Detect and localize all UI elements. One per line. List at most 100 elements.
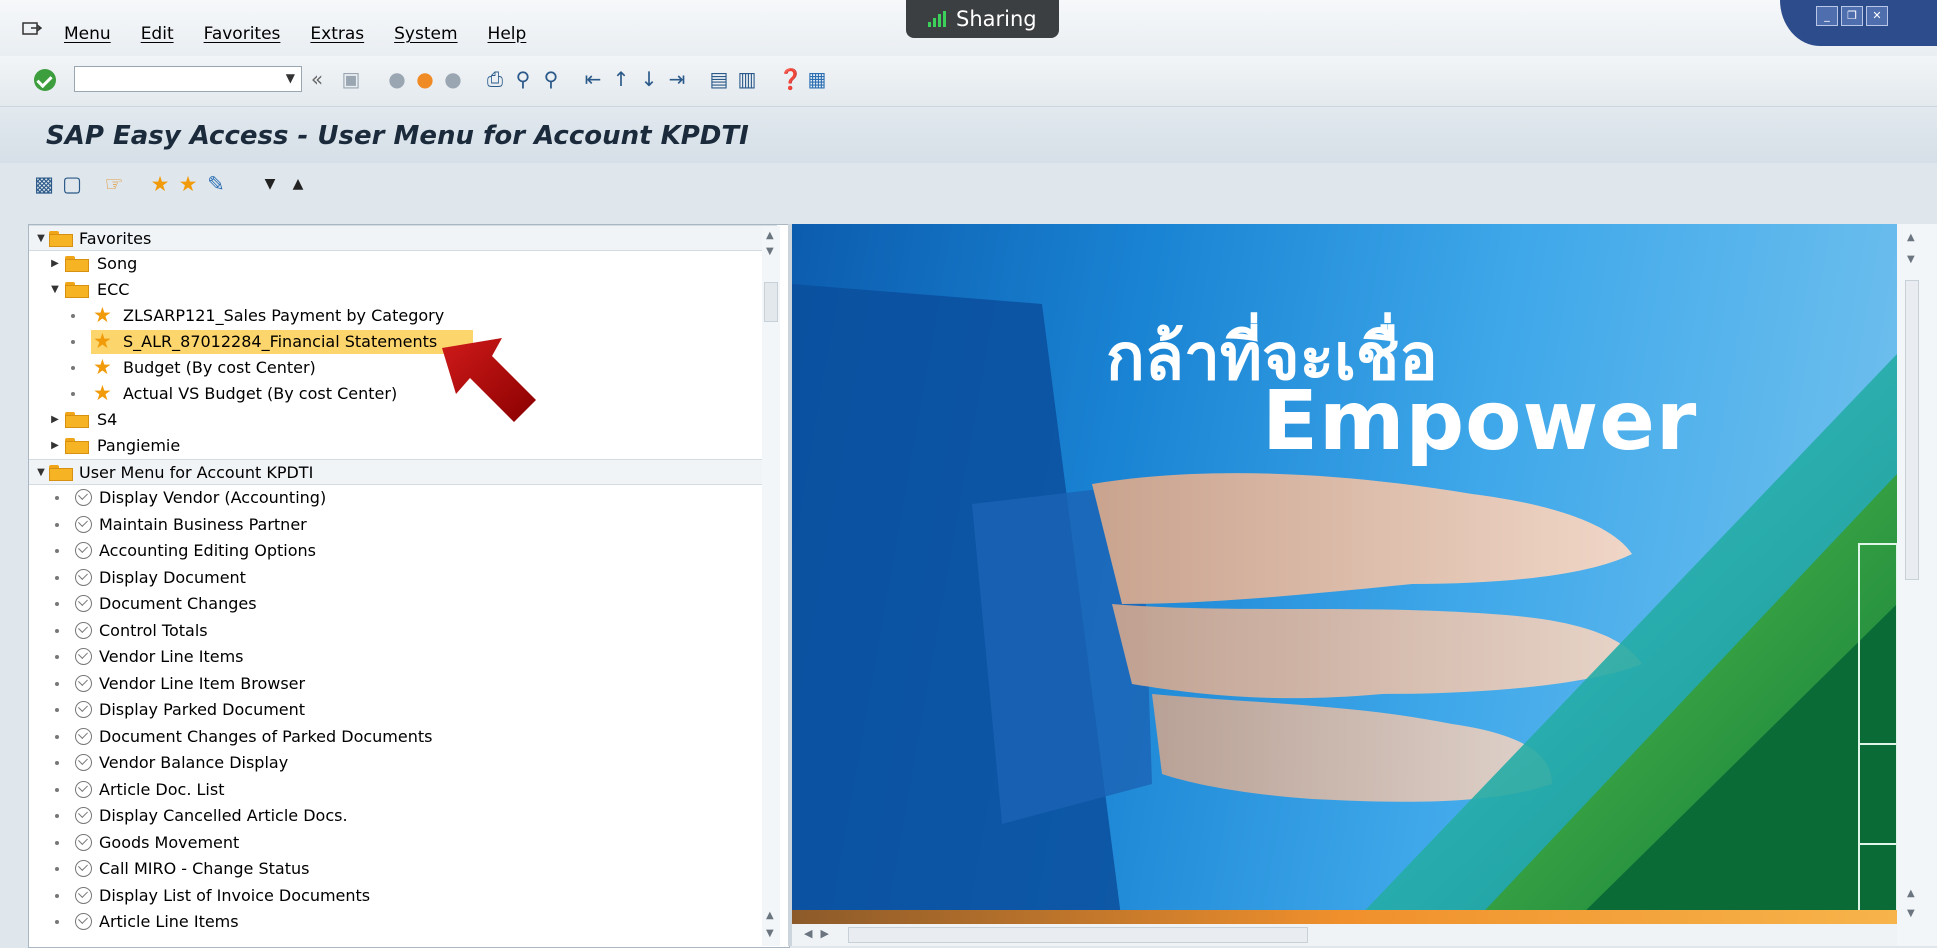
transaction-item[interactable]: Vendor Balance Display <box>29 750 777 776</box>
command-field[interactable]: ▼ <box>74 66 302 92</box>
first-page-icon[interactable]: ⇤ <box>582 68 604 90</box>
scroll-down-icon[interactable]: ▼ <box>766 246 774 257</box>
sap-menu-icon[interactable] <box>22 22 42 38</box>
delete-favorite-icon[interactable]: ★ <box>176 172 200 196</box>
collapse-chevron-icon[interactable]: « <box>306 68 328 90</box>
transaction-item[interactable]: Goods Movement <box>29 830 777 856</box>
expand-toggle-icon[interactable]: ▼ <box>49 277 61 303</box>
transaction-item[interactable]: Vendor Line Item Browser <box>29 671 777 697</box>
transaction-item[interactable]: Maintain Business Partner <box>29 512 777 538</box>
close-icon[interactable]: ✕ <box>1866 6 1888 26</box>
transaction-item[interactable]: Display List of Invoice Documents <box>29 883 777 909</box>
enter-check-icon[interactable] <box>34 69 56 91</box>
transaction-item[interactable]: Display Document <box>29 565 777 591</box>
transaction-item[interactable]: Vendor Line Items <box>29 644 777 670</box>
tree-node-song[interactable]: ▶ Song <box>29 251 777 277</box>
scroll-down-icon[interactable]: ▼ <box>1907 254 1915 265</box>
scroll-up-icon[interactable]: ▲ <box>766 910 774 921</box>
scroll-left-right-icon[interactable]: ◀▶ <box>804 927 837 940</box>
transaction-item[interactable]: Call MIRO - Change Status <box>29 856 777 882</box>
banner-bottom-strip <box>792 910 1897 924</box>
menu-edit[interactable]: Edit <box>141 24 174 44</box>
scroll-thumb[interactable] <box>1905 280 1919 580</box>
transaction-item[interactable]: Display Parked Document <box>29 697 777 723</box>
transaction-label: Display Parked Document <box>99 700 306 719</box>
move-down-icon[interactable]: ▼ <box>258 172 282 196</box>
favorite-item[interactable]: ★ Budget (By cost Center) <box>29 355 777 381</box>
transaction-item[interactable]: Display Cancelled Article Docs. <box>29 803 777 829</box>
transaction-label: Document Changes of Parked Documents <box>99 726 433 746</box>
collapsed-toggle-icon[interactable]: ▶ <box>49 433 61 459</box>
user-menu-icon[interactable]: ☞ <box>102 172 126 196</box>
tree-node-label: Favorites <box>79 229 152 248</box>
sharing-indicator[interactable]: Sharing <box>906 0 1059 38</box>
bullet-icon <box>71 314 75 318</box>
scroll-up-icon[interactable]: ▲ <box>1907 888 1915 899</box>
dropdown-arrow-icon[interactable]: ▼ <box>286 71 295 85</box>
minimize-icon[interactable]: _ <box>1816 6 1838 26</box>
tree-node-s4[interactable]: ▶ S4 <box>29 407 777 433</box>
scroll-down-icon[interactable]: ▼ <box>766 928 774 939</box>
add-favorite-icon[interactable]: ★ <box>148 172 172 196</box>
banner-vertical-scrollbar[interactable]: ▲ ▼ ▲ ▼ <box>1897 224 1937 946</box>
tree-scrollbar[interactable]: ▲ ▼ ▲ ▼ <box>762 226 780 946</box>
find-next-icon[interactable]: ⚲ <box>540 68 562 90</box>
collapsed-toggle-icon[interactable]: ▶ <box>49 251 61 277</box>
expand-toggle-icon[interactable]: ▼ <box>35 226 47 252</box>
transaction-item[interactable]: Accounting Editing Options <box>29 538 777 564</box>
back-icon[interactable]: ● <box>386 68 408 90</box>
transaction-icon <box>75 833 92 851</box>
restore-icon[interactable]: ❐ <box>1841 6 1863 26</box>
tree-node-pangiemie[interactable]: ▶ Pangiemie <box>29 433 777 459</box>
tree-node-user-menu[interactable]: ▼ User Menu for Account KPDTI <box>29 459 777 485</box>
bullet-icon <box>71 366 75 370</box>
scroll-up-icon[interactable]: ▲ <box>1907 232 1915 243</box>
menu-extras[interactable]: Extras <box>310 24 364 44</box>
change-favorite-icon[interactable]: ✎ <box>204 172 228 196</box>
find-icon[interactable]: ⚲ <box>512 68 534 90</box>
folder-icon <box>65 256 89 272</box>
bullet-icon <box>55 549 59 553</box>
favorite-item[interactable]: ★ ZLSARP121_Sales Payment by Category <box>29 303 777 329</box>
create-session-icon[interactable]: ▤ <box>708 68 730 90</box>
help-icon[interactable]: ❓ <box>778 68 803 90</box>
banner-horizontal-scrollbar[interactable]: ◀▶ <box>792 924 1897 946</box>
scroll-thumb[interactable] <box>848 927 1308 943</box>
transaction-item[interactable]: Article Line Items <box>29 909 777 935</box>
menu-favorites[interactable]: Favorites <box>204 24 281 44</box>
scroll-up-icon[interactable]: ▲ <box>766 230 774 241</box>
transaction-icon <box>75 489 92 506</box>
previous-page-icon[interactable]: ↑ <box>610 68 632 90</box>
favorite-item[interactable]: ★ Actual VS Budget (By cost Center) <box>29 381 777 407</box>
tree-node-favorites[interactable]: ▼ Favorites <box>29 225 777 251</box>
transaction-item[interactable]: Display Vendor (Accounting) <box>29 485 777 511</box>
expand-toggle-icon[interactable]: ▼ <box>35 460 47 486</box>
collapsed-toggle-icon[interactable]: ▶ <box>49 407 61 433</box>
scroll-down-icon[interactable]: ▼ <box>1907 908 1915 919</box>
last-page-icon[interactable]: ⇥ <box>666 68 688 90</box>
print-icon[interactable]: ⎙ <box>484 68 506 90</box>
transaction-item[interactable]: Article Doc. List <box>29 777 777 803</box>
shortcut-icon[interactable]: ▥ <box>736 68 758 90</box>
favorite-item-selected[interactable]: ★ S_ALR_87012284_Financial Statements <box>29 329 777 355</box>
exit-icon[interactable]: ● <box>414 68 436 90</box>
scroll-thumb[interactable] <box>764 282 778 322</box>
move-up-icon[interactable]: ▲ <box>286 172 310 196</box>
transaction-item[interactable]: Document Changes of Parked Documents <box>29 724 777 750</box>
other-menu-icon[interactable]: ▩ <box>32 172 56 196</box>
menu-help[interactable]: Help <box>488 24 527 44</box>
transaction-item[interactable]: Document Changes <box>29 591 777 617</box>
signal-icon <box>928 11 946 27</box>
next-page-icon[interactable]: ↓ <box>638 68 660 90</box>
bullet-icon <box>55 920 59 924</box>
favorite-star-icon: ★ <box>93 381 112 405</box>
bullet-icon <box>55 734 59 739</box>
customize-layout-icon[interactable]: ▦ <box>806 68 828 90</box>
transaction-item[interactable]: Control Totals <box>29 618 777 644</box>
tree-node-ecc[interactable]: ▼ ECC <box>29 277 777 303</box>
save-icon[interactable]: ▣ <box>340 68 362 90</box>
cancel-icon[interactable]: ● <box>442 68 464 90</box>
menu-menu[interactable]: Menu <box>64 24 111 44</box>
sap-menu-tree-icon[interactable]: ▢ <box>60 172 84 196</box>
menu-system[interactable]: System <box>394 24 457 44</box>
